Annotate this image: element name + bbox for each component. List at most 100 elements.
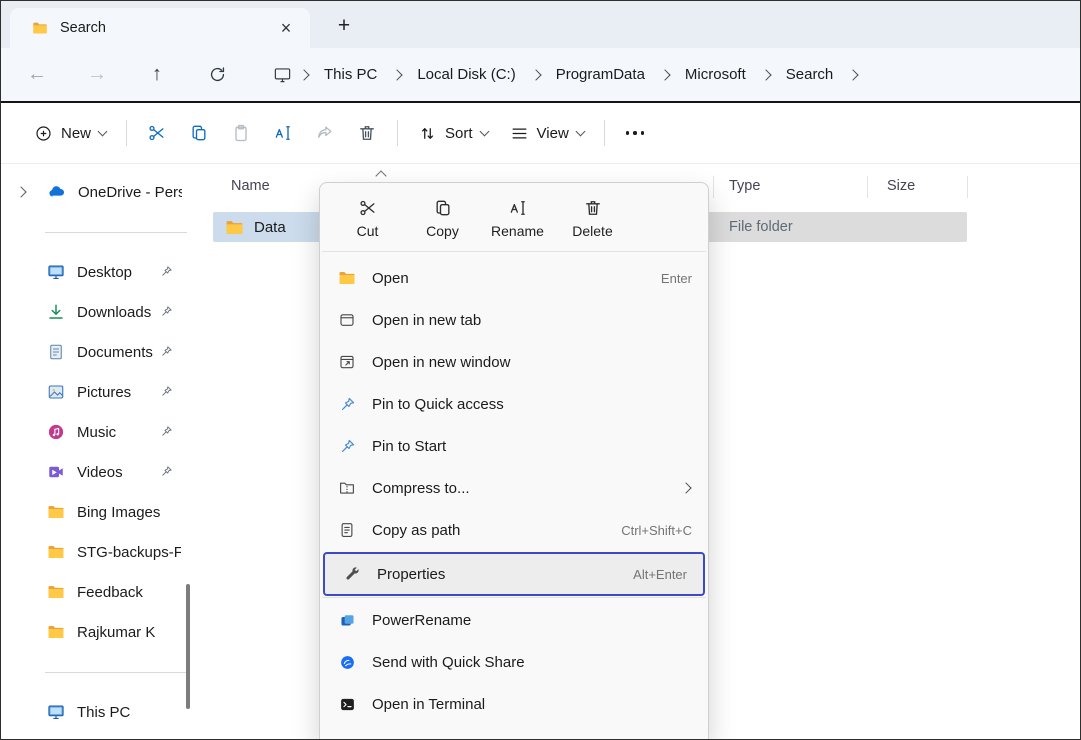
menu-items: Open Enter Open in new tab Open in new w…	[320, 253, 708, 725]
share-button[interactable]	[304, 114, 346, 152]
sidebar-item-label: Pictures	[77, 384, 131, 401]
sidebar-item-pictures[interactable]: Pictures	[1, 372, 201, 412]
sidebar-item-downloads[interactable]: Downloads	[1, 292, 201, 332]
new-window-icon	[338, 353, 356, 371]
pin-icon	[160, 425, 173, 438]
breadcrumb-programdata[interactable]: ProgramData	[548, 60, 653, 89]
column-header-name[interactable]: Name	[231, 178, 270, 194]
menu-item-shortcut: Ctrl+Shift+C	[621, 523, 692, 538]
chevron-right-icon	[760, 69, 771, 80]
breadcrumb-microsoft[interactable]: Microsoft	[677, 60, 754, 89]
column-header-size[interactable]: Size	[887, 178, 915, 194]
pictures-icon	[47, 383, 65, 401]
quick-share-icon	[339, 654, 356, 671]
trash-icon	[357, 123, 377, 143]
pin-icon	[160, 265, 173, 278]
menu-item-label: PowerRename	[372, 612, 692, 629]
sidebar-item-bing-images[interactable]: Bing Images	[1, 492, 201, 532]
command-toolbar: New Sort View	[1, 103, 1080, 164]
menu-item-send-with-quick-share[interactable]: Send with Quick Share	[320, 641, 708, 683]
quick-action-delete[interactable]: Delete	[555, 192, 630, 245]
quick-action-copy[interactable]: Copy	[405, 192, 480, 245]
sidebar-item-desktop[interactable]: Desktop	[1, 252, 201, 292]
cut-button[interactable]	[136, 114, 178, 152]
file-name: Data	[254, 219, 286, 236]
chevron-right-icon	[392, 69, 403, 80]
quick-action-cut[interactable]: Cut	[330, 192, 405, 245]
sidebar-item-label: Feedback	[77, 584, 143, 601]
view-button-label: View	[537, 125, 569, 142]
column-separator[interactable]	[967, 176, 968, 198]
cut-icon	[358, 198, 378, 218]
share-icon	[315, 123, 335, 143]
menu-item-compress-to[interactable]: Compress to...	[320, 467, 708, 509]
menu-item-label: Open in new tab	[372, 312, 692, 329]
menu-item-label: Properties	[377, 566, 633, 583]
computer-icon	[273, 65, 292, 84]
menu-item-open-in-terminal[interactable]: Open in Terminal	[320, 683, 708, 725]
copy-as-path-icon	[338, 521, 356, 539]
column-separator[interactable]	[867, 176, 868, 198]
sidebar-item-label: Videos	[77, 464, 123, 481]
menu-item-properties[interactable]: Properties Alt+Enter	[323, 552, 705, 596]
rename-button[interactable]	[262, 114, 304, 152]
sidebar-divider	[1, 212, 201, 252]
pin-icon	[160, 385, 173, 398]
sidebar-item-label: This PC	[77, 704, 130, 721]
sidebar-item-this-pc[interactable]: This PC	[1, 692, 201, 732]
menu-item-label: Open in new window	[372, 354, 692, 371]
sort-icon	[418, 124, 437, 143]
menu-item-pin-to-quick-access[interactable]: Pin to Quick access	[320, 383, 708, 425]
column-separator[interactable]	[713, 176, 714, 198]
refresh-button[interactable]	[199, 57, 235, 93]
quick-action-label: Rename	[491, 223, 544, 239]
up-button[interactable]: ↑	[139, 57, 175, 93]
breadcrumb-search[interactable]: Search	[778, 60, 842, 89]
breadcrumb: This PC Local Disk (C:) ProgramData Micr…	[273, 60, 865, 89]
new-tab-button[interactable]: +	[329, 11, 359, 41]
back-button[interactable]: ←	[19, 57, 55, 93]
sidebar-item-stg-backups[interactable]: STG-backups-Fl	[1, 532, 201, 572]
sidebar-scrollbar-thumb[interactable]	[186, 584, 190, 709]
pin-icon	[339, 396, 356, 413]
menu-item-pin-to-start[interactable]: Pin to Start	[320, 425, 708, 467]
close-tab-button[interactable]: ×	[272, 14, 300, 42]
copy-button[interactable]	[178, 114, 220, 152]
breadcrumb-local-disk-c[interactable]: Local Disk (C:)	[409, 60, 523, 89]
menu-item-powerrename[interactable]: PowerRename	[320, 599, 708, 641]
quick-action-label: Cut	[357, 223, 379, 239]
more-options-button[interactable]	[614, 114, 656, 152]
sidebar-item-documents[interactable]: Documents	[1, 332, 201, 372]
new-button[interactable]: New	[23, 114, 117, 152]
tab-search[interactable]: Search ×	[10, 8, 310, 48]
sort-button[interactable]: Sort	[407, 114, 499, 152]
menu-item-open-in-new-window[interactable]: Open in new window	[320, 341, 708, 383]
ellipsis-icon	[626, 131, 645, 135]
downloads-icon	[47, 303, 65, 321]
chevron-right-icon	[530, 69, 541, 80]
compress-icon	[338, 479, 356, 497]
navigation-pane: OneDrive - Pers Desktop Downloads Docume…	[1, 164, 201, 739]
sidebar-item-feedback[interactable]: Feedback	[1, 572, 201, 612]
copy-icon	[433, 198, 453, 218]
quick-action-rename[interactable]: Rename	[480, 192, 555, 245]
delete-button[interactable]	[346, 114, 388, 152]
breadcrumb-this-pc[interactable]: This PC	[316, 60, 385, 89]
submenu-chevron-icon	[680, 482, 691, 493]
menu-item-open[interactable]: Open Enter	[320, 257, 708, 299]
forward-button[interactable]: →	[79, 57, 115, 93]
column-header-type[interactable]: Type	[729, 178, 760, 194]
chevron-down-icon	[479, 126, 489, 136]
paste-button[interactable]	[220, 114, 262, 152]
sidebar-item-music[interactable]: Music	[1, 412, 201, 452]
new-tab-icon	[338, 311, 356, 329]
sidebar-item-rajkumar-k[interactable]: Rajkumar K	[1, 612, 201, 652]
view-button[interactable]: View	[499, 114, 595, 152]
menu-item-open-in-new-tab[interactable]: Open in new tab	[320, 299, 708, 341]
quick-actions-row: Cut Copy Rename Delete	[320, 183, 708, 250]
sidebar-item-onedrive[interactable]: OneDrive - Pers	[1, 172, 201, 212]
sidebar-item-videos[interactable]: Videos	[1, 452, 201, 492]
chevron-right-icon	[659, 69, 670, 80]
menu-item-label: Send with Quick Share	[372, 654, 692, 671]
menu-item-copy-as-path[interactable]: Copy as path Ctrl+Shift+C	[320, 509, 708, 551]
